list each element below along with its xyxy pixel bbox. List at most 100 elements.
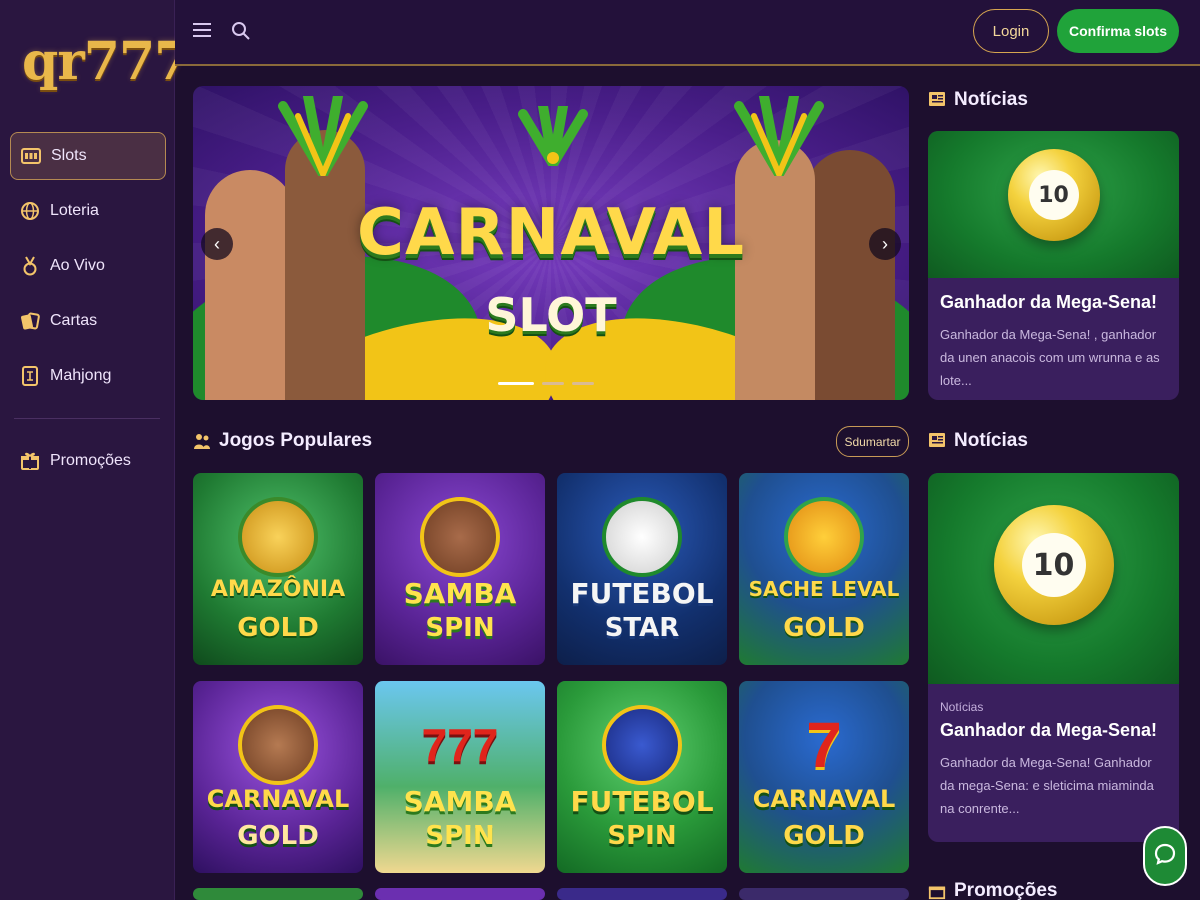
banner-title: CARNAVAL bbox=[356, 196, 746, 270]
section-title: Jogos Populares bbox=[219, 430, 373, 451]
game-tile-partial[interactable] bbox=[375, 888, 545, 900]
gift-icon bbox=[20, 451, 40, 471]
game-tile-carnaval-gold[interactable]: CARNAVAL GOLD bbox=[193, 681, 363, 873]
section-title: Notícias bbox=[954, 89, 1028, 110]
seven-seven-seven-icon: 777 bbox=[421, 719, 499, 771]
news-category: Notícias bbox=[940, 700, 984, 714]
sidebar-nav: Slots Loteria Ao Vivo Cartas Mahjong bbox=[10, 132, 166, 407]
players-icon bbox=[193, 432, 211, 450]
promotions-heading: Promoções bbox=[928, 880, 1057, 900]
news-image: 10 bbox=[928, 131, 1179, 278]
news-heading: Notícias bbox=[928, 430, 1028, 452]
game-subtitle: GOLD bbox=[783, 821, 865, 851]
gift-icon bbox=[928, 882, 946, 900]
game-subtitle: SPIN bbox=[607, 821, 677, 851]
game-title: FUTEBOL bbox=[570, 785, 714, 818]
login-button[interactable]: Login bbox=[973, 9, 1049, 53]
feather-headdress-icon bbox=[518, 106, 588, 166]
ball-number: 10 bbox=[1021, 533, 1086, 597]
dancer-figure bbox=[735, 140, 815, 400]
sidebar-item-label: Mahjong bbox=[50, 367, 112, 384]
game-title: SAMBA bbox=[403, 577, 517, 610]
game-tile-futebol-spin[interactable]: FUTEBOL SPIN bbox=[557, 681, 727, 873]
news-text: Ganhador da Mega-Sena! , ganhador da une… bbox=[940, 327, 1160, 388]
game-title: AMAZÔNIA bbox=[210, 577, 346, 602]
game-title: CARNAVAL bbox=[206, 785, 350, 813]
banner-subtitle: SLOT bbox=[485, 288, 617, 342]
game-subtitle: STAR bbox=[604, 613, 680, 643]
cards-icon bbox=[20, 311, 40, 331]
game-tile-sache-leval-gold[interactable]: SACHE LEVAL GOLD bbox=[739, 473, 909, 665]
hero-banner[interactable]: CARNAVAL SLOT ‹ › bbox=[193, 86, 909, 400]
news-text: Ganhador da Mega-Sena! Ganhador da mega-… bbox=[940, 755, 1154, 816]
slot-machine-icon bbox=[21, 146, 41, 166]
dancer-icon bbox=[420, 497, 500, 577]
sidebar-item-label: Loteria bbox=[50, 202, 99, 219]
news-heading: Notícias bbox=[928, 89, 1028, 111]
mask-icon bbox=[238, 705, 318, 785]
game-tile-amazonia-gold[interactable]: AMAZÔNIA GOLD bbox=[193, 473, 363, 665]
sidebar-item-label: Cartas bbox=[50, 312, 98, 329]
sidebar-item-label: Promoções bbox=[50, 452, 131, 469]
news-title: Ganhador da Mega-Sena! bbox=[940, 720, 1158, 740]
game-subtitle: SPIN bbox=[425, 613, 495, 643]
confirm-slots-button[interactable]: Confirma slots bbox=[1057, 9, 1179, 53]
medal-icon bbox=[20, 256, 40, 276]
carousel-dots bbox=[498, 382, 594, 385]
popular-games-heading: Jogos Populares bbox=[193, 430, 372, 452]
sidebar-item-ao-vivo[interactable]: Ao Vivo bbox=[10, 242, 166, 290]
crown-ball-icon bbox=[602, 705, 682, 785]
sidebar: qr777 Slots Loteria Ao Vivo Cartas Mahjo… bbox=[0, 0, 190, 900]
game-subtitle: GOLD bbox=[237, 821, 319, 851]
chevron-right-icon[interactable]: › bbox=[869, 228, 901, 260]
news-image: 10 bbox=[928, 473, 1179, 684]
section-title: Notícias bbox=[954, 430, 1028, 451]
game-tile-samba-spin[interactable]: SAMBA SPIN bbox=[375, 473, 545, 665]
carousel-dot[interactable] bbox=[572, 382, 594, 385]
news-title: Ganhador da Mega-Sena! bbox=[940, 292, 1158, 312]
newspaper-icon bbox=[928, 91, 946, 109]
trophy-icon bbox=[784, 497, 864, 577]
game-tile-carnaval-gold-7[interactable]: 7 CARNAVAL GOLD bbox=[739, 681, 909, 873]
game-title: SAMBA bbox=[403, 785, 517, 818]
game-tile-partial[interactable] bbox=[739, 888, 909, 900]
sidebar-item-cartas[interactable]: Cartas bbox=[10, 297, 166, 345]
game-tile-futebol-star[interactable]: FUTEBOL STAR bbox=[557, 473, 727, 665]
news-card[interactable]: 10 Ganhador da Mega-Sena! Ganhador da Me… bbox=[928, 131, 1179, 400]
game-title: FUTEBOL bbox=[570, 577, 714, 610]
ball-number: 10 bbox=[1028, 170, 1079, 220]
carousel-dot[interactable] bbox=[542, 382, 564, 385]
lion-icon bbox=[238, 497, 318, 577]
hamburger-menu-icon[interactable] bbox=[193, 22, 211, 40]
mahjong-tile-icon bbox=[20, 366, 40, 386]
chat-support-button[interactable] bbox=[1143, 826, 1187, 886]
lottery-ball-icon: 10 bbox=[993, 505, 1114, 625]
newspaper-icon bbox=[928, 432, 946, 450]
sidebar-item-slots[interactable]: Slots bbox=[10, 132, 166, 180]
sidebar-item-promocoes[interactable]: Promoções bbox=[10, 437, 166, 485]
game-tile-samba-spin-777[interactable]: 777 SAMBA SPIN bbox=[375, 681, 545, 873]
game-subtitle: GOLD bbox=[783, 613, 865, 643]
globe-icon bbox=[20, 201, 40, 221]
lottery-ball-icon: 10 bbox=[1007, 149, 1100, 241]
see-all-button[interactable]: Sdumartar bbox=[836, 426, 909, 457]
search-icon[interactable] bbox=[231, 21, 251, 41]
sidebar-item-mahjong[interactable]: Mahjong bbox=[10, 352, 166, 400]
chat-bubble-icon bbox=[1153, 842, 1177, 871]
sidebar-item-label: Slots bbox=[51, 147, 87, 164]
news-card[interactable]: 10 Notícias Ganhador da Mega-Sena! Ganha… bbox=[928, 473, 1179, 842]
soccer-ball-icon bbox=[602, 497, 682, 577]
sidebar-item-label: Ao Vivo bbox=[50, 257, 105, 274]
sidebar-item-loteria[interactable]: Loteria bbox=[10, 187, 166, 235]
game-tile-partial[interactable] bbox=[557, 888, 727, 900]
feather-headdress-icon bbox=[734, 96, 824, 176]
seven-icon: 7 bbox=[806, 709, 842, 781]
game-subtitle: GOLD bbox=[237, 613, 319, 643]
carousel-dot[interactable] bbox=[498, 382, 534, 385]
brand-logo[interactable]: qr777 bbox=[22, 26, 190, 98]
chevron-left-icon[interactable]: ‹ bbox=[201, 228, 233, 260]
game-tile-partial[interactable] bbox=[193, 888, 363, 900]
game-title: CARNAVAL bbox=[752, 785, 896, 813]
game-title: SACHE LEVAL bbox=[748, 577, 900, 601]
top-bar: Login Confirma slots bbox=[175, 0, 1200, 66]
